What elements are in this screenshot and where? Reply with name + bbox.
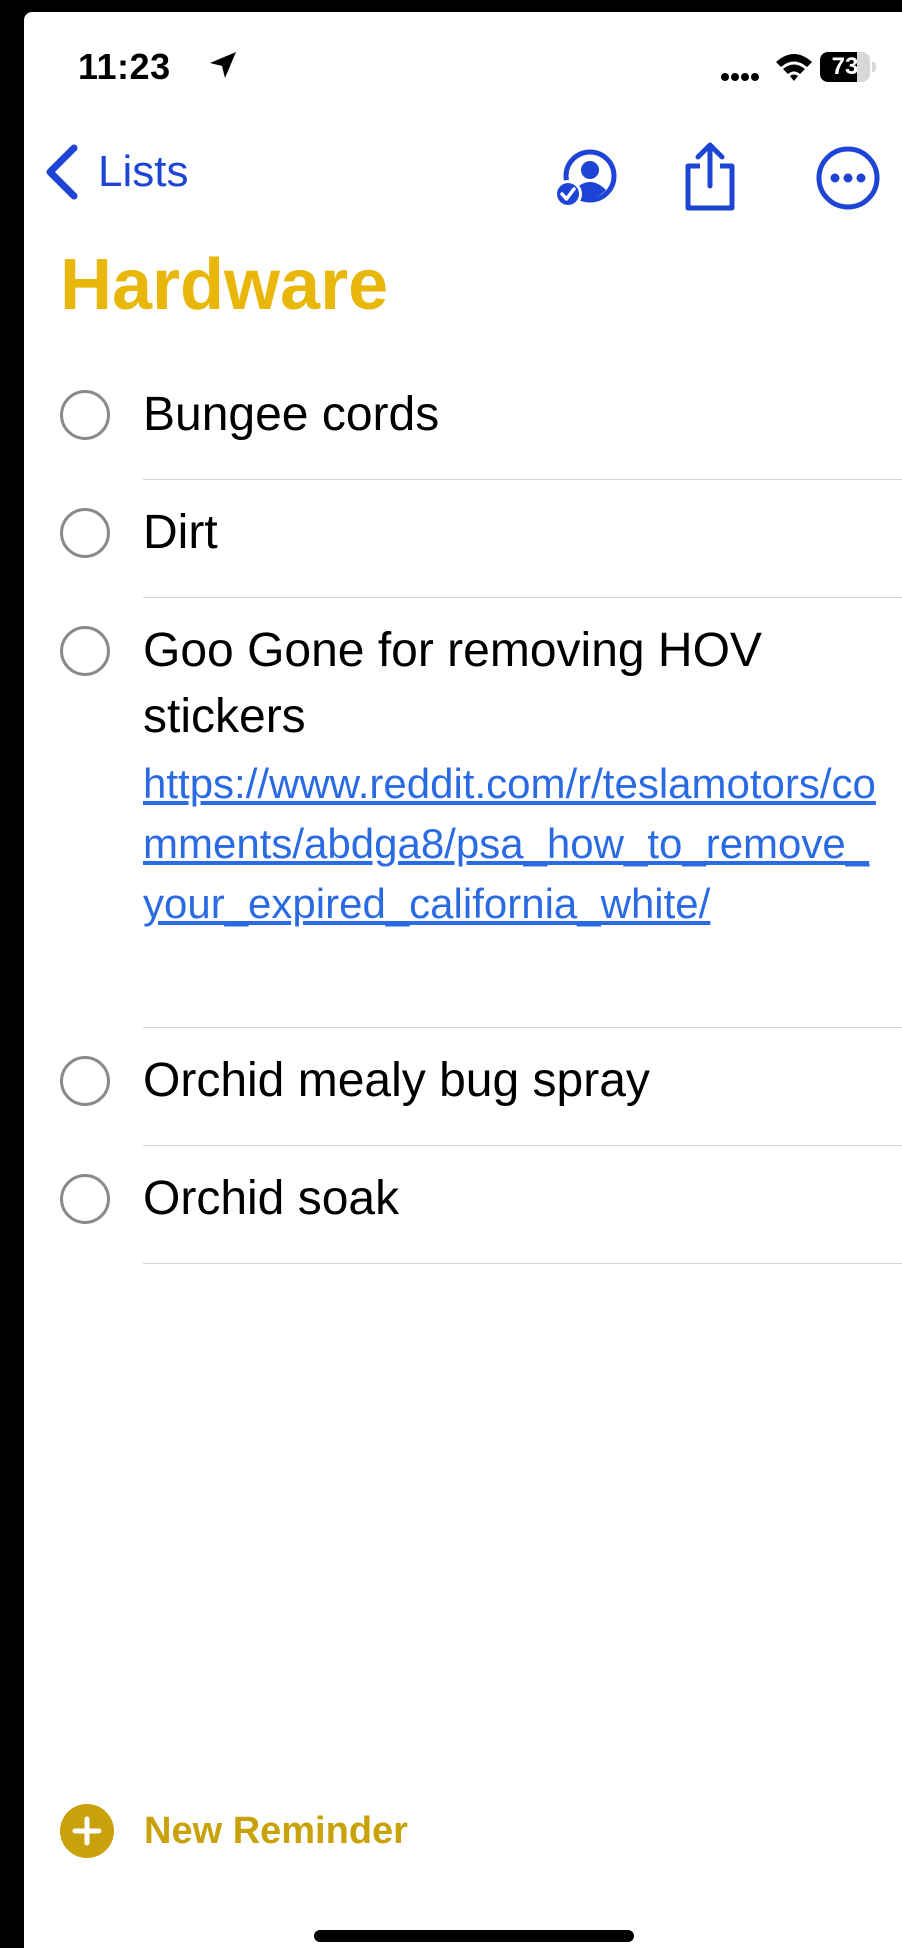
chevron-left-icon — [46, 144, 78, 200]
reminder-title[interactable]: Dirt — [143, 500, 902, 566]
list-item: Orchid soak — [24, 1146, 902, 1264]
back-button[interactable]: Lists — [44, 140, 188, 204]
reminder-title[interactable]: Bungee cords — [143, 382, 902, 448]
completion-checkbox[interactable] — [60, 508, 110, 558]
share-icon — [685, 142, 735, 211]
new-reminder-button[interactable]: New Reminder — [60, 1804, 408, 1858]
shared-person-icon — [554, 149, 617, 208]
battery-percent: 73 — [831, 53, 859, 80]
completion-checkbox[interactable] — [60, 1056, 110, 1106]
back-label: Lists — [98, 147, 189, 196]
list-item: Orchid mealy bug spray — [24, 1028, 902, 1146]
reminder-list: Bungee cords Dirt Goo Gone for removing … — [24, 362, 902, 1264]
screen: 11:23 73 Lists Hardware Bungee cords Dir… — [24, 12, 902, 1948]
reminder-title[interactable]: Orchid mealy bug spray — [143, 1048, 902, 1114]
more-button[interactable] — [814, 144, 882, 212]
wifi-icon — [776, 54, 812, 81]
battery-icon: 73 — [820, 52, 878, 82]
shared-person-button[interactable] — [552, 144, 620, 212]
cellular-signal-icon — [721, 73, 759, 81]
list-item: Goo Gone for removing HOV stickers https… — [24, 598, 902, 1028]
device-frame: 11:23 73 Lists Hardware Bungee cords Dir… — [0, 0, 902, 1948]
completion-checkbox[interactable] — [60, 626, 110, 676]
completion-checkbox[interactable] — [60, 390, 110, 440]
reminder-url-link[interactable]: https://www.reddit.com/r/teslamotors/com… — [143, 754, 902, 934]
reminder-title[interactable]: Goo Gone for removing HOV stickers — [143, 618, 902, 750]
new-reminder-label: New Reminder — [144, 1809, 408, 1852]
page-title: Hardware — [60, 245, 389, 325]
completion-checkbox[interactable] — [60, 1174, 110, 1224]
location-arrow-icon — [210, 52, 236, 78]
list-item: Dirt — [24, 480, 902, 598]
share-button[interactable] — [676, 142, 744, 212]
home-indicator[interactable] — [314, 1930, 634, 1942]
more-icon — [816, 146, 880, 210]
status-time: 11:23 — [78, 46, 171, 87]
reminder-title[interactable]: Orchid soak — [143, 1166, 902, 1232]
list-item: Bungee cords — [24, 362, 902, 480]
plus-circle-icon — [60, 1804, 114, 1858]
